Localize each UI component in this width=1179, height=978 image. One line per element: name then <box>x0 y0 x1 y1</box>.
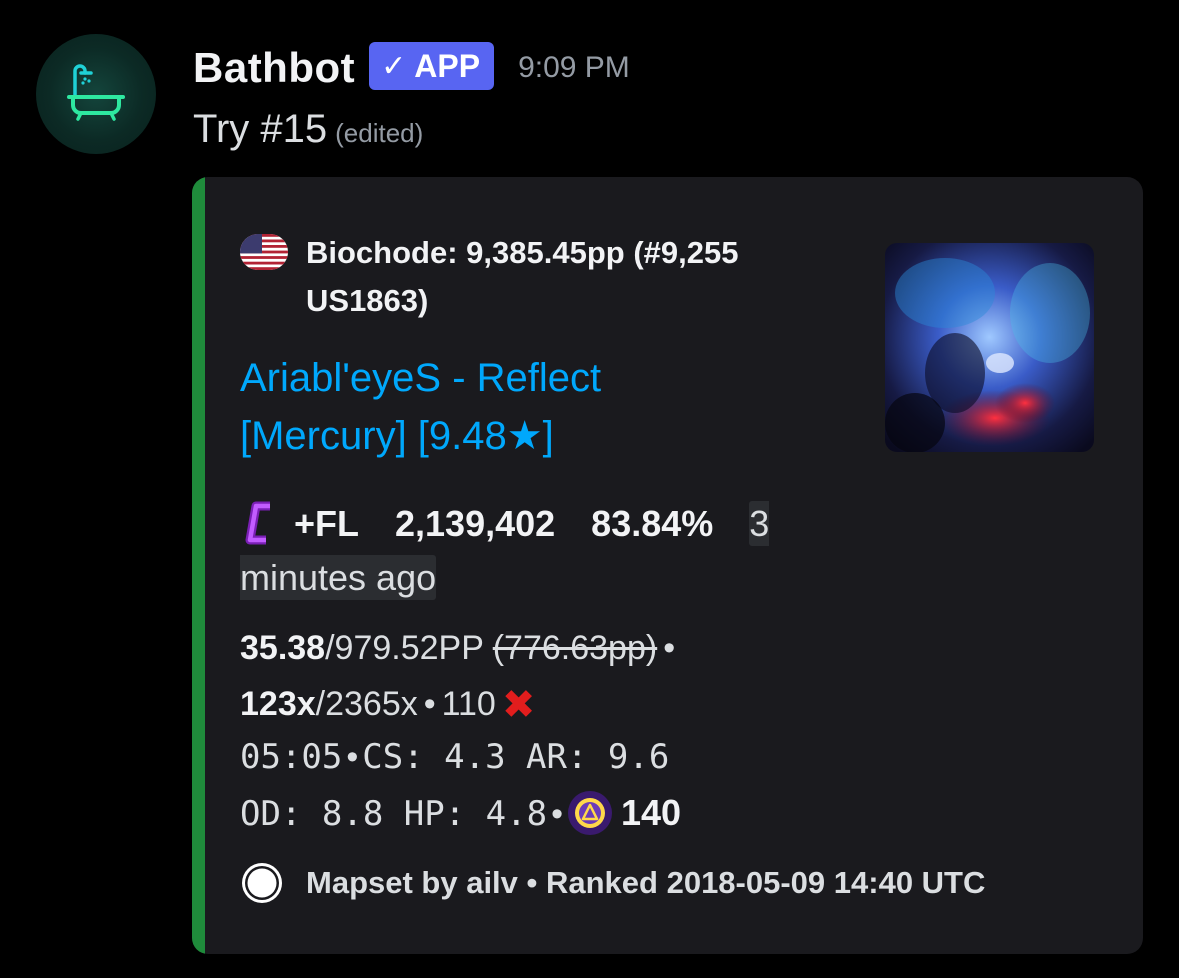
separator: • <box>663 629 676 667</box>
osu-icon <box>242 863 282 903</box>
username[interactable]: Bathbot <box>193 44 355 92</box>
separator: • <box>551 795 563 833</box>
max-combo: /2365x <box>315 685 418 723</box>
score-embed: Biochode: 9,385.45pp (#9,255 US1863) Ari… <box>192 177 1143 954</box>
combo-value: 123x <box>240 685 316 723</box>
od-value: OD: 8.8 <box>240 794 384 834</box>
accuracy-value: 83.84% <box>591 503 714 544</box>
bot-avatar[interactable] <box>36 34 156 154</box>
separator: • <box>423 685 436 723</box>
miss-x-icon: ✖ <box>501 683 536 727</box>
verified-check-icon: ✓ <box>381 49 407 83</box>
score-value: 2,139,402 <box>395 503 556 544</box>
map-length: 05:05 <box>240 737 343 777</box>
beatmap-cover-image <box>885 243 1094 452</box>
embed-footer: Mapset by ailv • Ranked 2018-05-09 14:40… <box>240 861 985 905</box>
footer-text: Mapset by ailv • Ranked 2018-05-09 14:40… <box>306 865 986 900</box>
pp-value: 35.38 <box>240 629 326 667</box>
edited-indicator: (edited) <box>335 118 424 148</box>
fc-pp: (776.63pp) <box>492 629 658 667</box>
separator: • <box>346 738 359 776</box>
message-header: Bathbot ✓ APP 9:09 PM <box>193 40 630 96</box>
beatmap-thumbnail <box>885 243 1094 452</box>
mapper-badge-icon <box>567 791 612 835</box>
author-name[interactable]: Biochode: 9,385.45pp (#9,255 US1863) <box>306 229 826 325</box>
note-count: 140 <box>620 792 682 833</box>
miss-count: 110 <box>441 685 496 723</box>
pp-combo-info: 35.38/979.52PP (776.63pp) • 123x/2365x • 11… <box>240 620 840 733</box>
grade-c-icon <box>245 501 270 545</box>
cs-value: CS: 4.3 <box>362 737 506 777</box>
app-badge-label: APP <box>414 47 481 84</box>
embed-accent-bar <box>192 177 205 954</box>
app-badge: ✓ APP <box>369 42 495 90</box>
message-text: Try #15 <box>193 107 328 151</box>
message-timestamp[interactable]: 9:09 PM <box>518 51 630 85</box>
message-content: Try #15 (edited) <box>193 107 423 152</box>
beatmap-attributes: 05:05 • CS: 4.3 AR: 9.6 OD: 8.8 HP: 4.8 • 1… <box>240 729 860 842</box>
ar-value: AR: 9.6 <box>526 737 670 777</box>
hp-value: HP: 4.8 <box>403 794 548 834</box>
score-summary: +FL 2,139,402 83.84% 3 minutes ago <box>240 497 840 605</box>
max-pp: /979.52PP <box>325 629 484 667</box>
bathtub-shower-icon <box>67 64 125 121</box>
mods-label: +FL <box>294 503 360 544</box>
us-flag-icon <box>240 234 288 270</box>
beatmap-title-link[interactable]: Ariabl'eyeS - Reflect [Mercury] [9.48★] <box>240 349 760 465</box>
